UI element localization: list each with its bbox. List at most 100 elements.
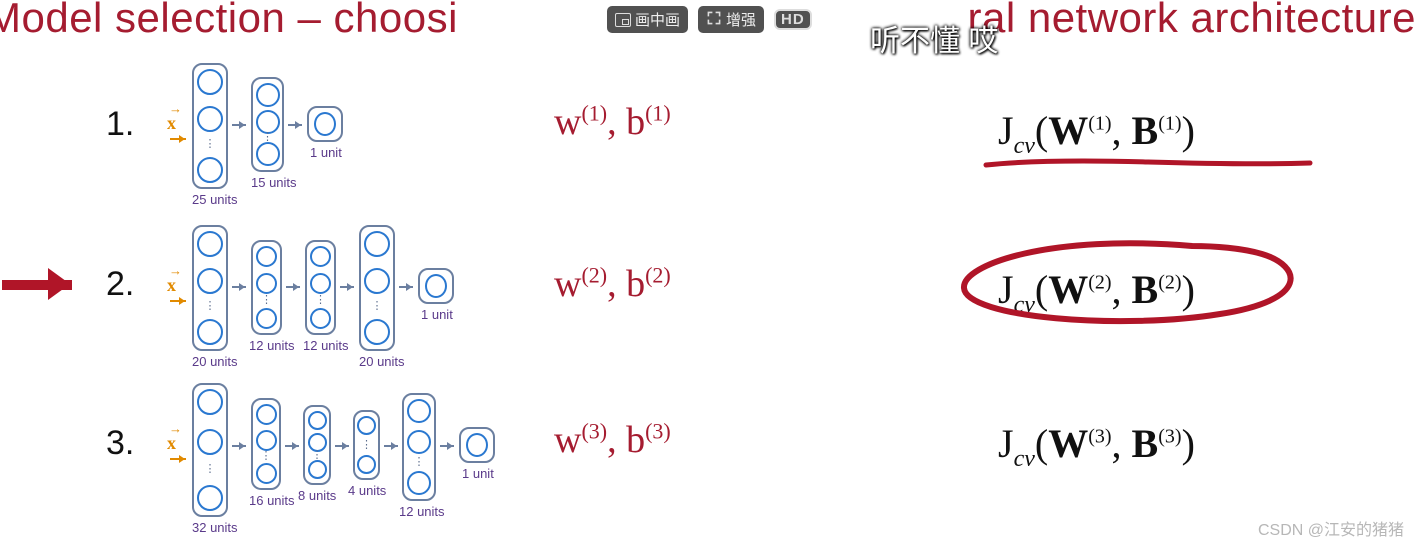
enhance-label: 增强 bbox=[726, 9, 756, 30]
underline-annotation bbox=[983, 157, 1313, 171]
row-2-x-arrow bbox=[170, 300, 186, 302]
neuron-icon bbox=[197, 389, 223, 415]
dots-icon: ⋮ bbox=[315, 299, 326, 302]
dots-icon: ⋮ bbox=[414, 461, 425, 464]
enhance-button[interactable]: 增强 bbox=[698, 6, 764, 33]
neuron-icon bbox=[256, 308, 277, 329]
row-2-layer-3: ⋮ bbox=[305, 240, 336, 335]
neuron-icon bbox=[314, 112, 336, 136]
row-2-layer-1-units: 20 units bbox=[192, 354, 238, 369]
neuron-icon bbox=[425, 274, 447, 298]
neuron-icon bbox=[197, 319, 223, 345]
layer-arrow-icon bbox=[335, 445, 349, 447]
layer-arrow-icon bbox=[440, 445, 454, 447]
row-3-layer-3: ⋮ bbox=[303, 405, 331, 485]
danmaku-comment: 听不懂 哎 bbox=[870, 16, 998, 60]
row-1-number: 1. bbox=[106, 105, 134, 144]
neuron-icon bbox=[357, 416, 376, 435]
row-2-layer-3-units: 12 units bbox=[303, 338, 349, 353]
row-3-layer-2-units: 16 units bbox=[249, 493, 295, 508]
row-3-number: 3. bbox=[106, 424, 134, 463]
row-3-layer-4-units: 4 units bbox=[348, 483, 386, 498]
dots-icon: ⋮ bbox=[205, 468, 216, 471]
layer-arrow-icon bbox=[340, 286, 354, 288]
layer-arrow-icon bbox=[384, 445, 398, 447]
neuron-icon bbox=[197, 429, 223, 455]
neuron-icon bbox=[197, 106, 223, 132]
row-1-layer-2: ⋮ bbox=[251, 77, 284, 172]
neuron-icon bbox=[310, 308, 331, 329]
circle-annotation bbox=[952, 238, 1312, 330]
row-3-layer-1: ⋮ bbox=[192, 383, 228, 517]
neuron-icon bbox=[310, 246, 331, 267]
pip-button[interactable]: 画中画 bbox=[607, 6, 688, 33]
neuron-icon bbox=[357, 455, 376, 474]
neuron-icon bbox=[197, 69, 223, 95]
dots-icon: ⋮ bbox=[205, 305, 216, 308]
row-1-x: x bbox=[167, 113, 176, 134]
row-3-layer-3-units: 8 units bbox=[298, 488, 336, 503]
neuron-icon bbox=[256, 463, 277, 484]
dots-icon: ⋮ bbox=[261, 455, 272, 458]
row-2-layer-2: ⋮ bbox=[251, 240, 282, 335]
row-2-output-units: 1 unit bbox=[421, 307, 453, 322]
row-3-x-arrow bbox=[170, 458, 186, 460]
neuron-icon bbox=[256, 273, 277, 294]
dots-icon: ⋮ bbox=[361, 444, 372, 447]
layer-arrow-icon bbox=[288, 124, 302, 126]
row-2-params: w(2), b(2) bbox=[554, 262, 671, 306]
layer-arrow-icon bbox=[232, 286, 246, 288]
dots-icon: ⋮ bbox=[372, 305, 383, 308]
row-1-output-units: 1 unit bbox=[310, 145, 342, 160]
row-3-output-units: 1 unit bbox=[462, 466, 494, 481]
neuron-icon bbox=[364, 319, 390, 345]
dots-icon: ⋮ bbox=[261, 299, 272, 302]
dots-icon: ⋮ bbox=[312, 454, 323, 457]
neuron-icon bbox=[256, 430, 277, 451]
hd-badge[interactable]: HD bbox=[774, 9, 812, 30]
neuron-icon bbox=[256, 246, 277, 267]
neuron-icon bbox=[310, 273, 331, 294]
neuron-icon bbox=[364, 231, 390, 257]
row-1-layer-2-units: 15 units bbox=[251, 175, 297, 190]
player-overlay: 画中画 增强 HD bbox=[607, 6, 812, 33]
pip-icon bbox=[615, 13, 631, 27]
row-3-params: w(3), b(3) bbox=[554, 418, 671, 462]
layer-arrow-icon bbox=[399, 286, 413, 288]
layer-arrow-icon bbox=[232, 124, 246, 126]
neuron-icon bbox=[197, 231, 223, 257]
dots-icon: ⋮ bbox=[205, 143, 216, 146]
neuron-icon bbox=[197, 268, 223, 294]
row-2-output bbox=[418, 268, 454, 304]
neuron-icon bbox=[197, 485, 223, 511]
neuron-icon bbox=[256, 142, 280, 166]
row-2-number: 2. bbox=[106, 265, 134, 304]
title-right: ral network architecture bbox=[967, 0, 1416, 42]
neuron-icon bbox=[407, 471, 431, 495]
row-3-x: x bbox=[167, 433, 176, 454]
row-2-x: x bbox=[167, 275, 176, 296]
neuron-icon bbox=[256, 110, 280, 134]
row-3-layer-5: ⋮ bbox=[402, 393, 436, 501]
row-1-layer-1-units: 25 units bbox=[192, 192, 238, 207]
neuron-icon bbox=[466, 433, 488, 457]
row-3-layer-1-units: 32 units bbox=[192, 520, 238, 535]
row-3-layer-2: ⋮ bbox=[251, 398, 281, 490]
neuron-icon bbox=[364, 268, 390, 294]
title-left: Model selection – choosi bbox=[0, 0, 458, 42]
layer-arrow-icon bbox=[285, 445, 299, 447]
neuron-icon bbox=[197, 157, 223, 183]
row-2-layer-2-units: 12 units bbox=[249, 338, 295, 353]
expand-icon bbox=[706, 10, 722, 30]
row-2-layer-4: ⋮ bbox=[359, 225, 395, 351]
neuron-icon bbox=[308, 460, 327, 479]
row-3-output bbox=[459, 427, 495, 463]
row-2-layer-1: ⋮ bbox=[192, 225, 228, 351]
row-1-jcv: Jcv(W(1), B(1)) bbox=[998, 107, 1195, 160]
row-3-layer-5-units: 12 units bbox=[399, 504, 445, 519]
neuron-icon bbox=[256, 83, 280, 107]
neuron-icon bbox=[407, 430, 431, 454]
row-3-jcv: Jcv(W(3), B(3)) bbox=[998, 420, 1195, 473]
row-1-params: w(1), b(1) bbox=[554, 100, 671, 144]
neuron-icon bbox=[256, 404, 277, 425]
